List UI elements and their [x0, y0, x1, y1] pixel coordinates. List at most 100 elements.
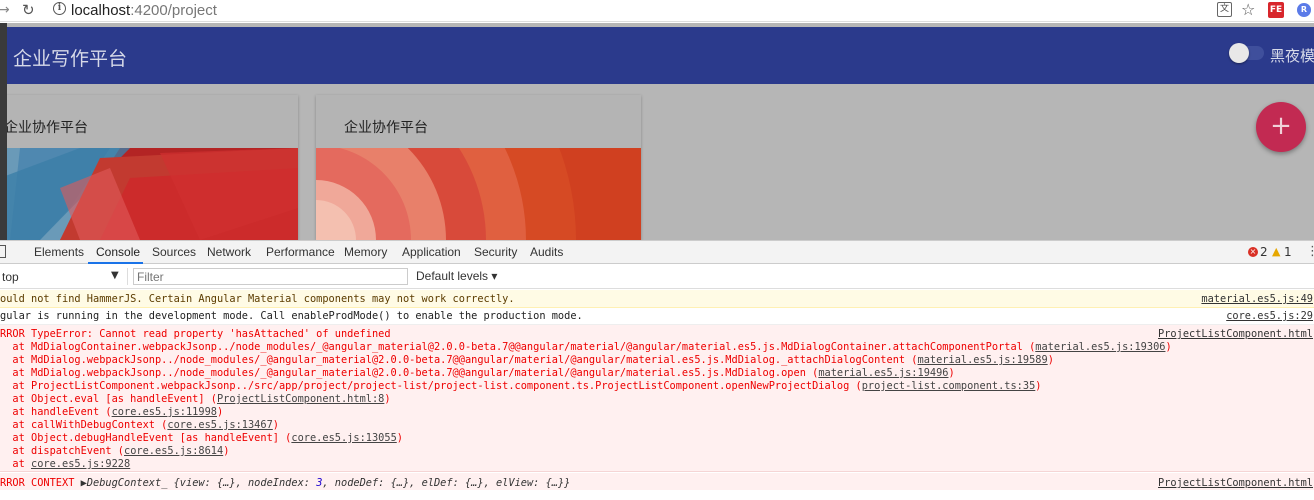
stack-frame-text: at Object.eval [as handleEvent] (: [0, 393, 217, 405]
error-icon[interactable]: ×: [1248, 247, 1258, 257]
warning-source-link[interactable]: material.es5.js:49: [1201, 293, 1313, 305]
stack-frame-link[interactable]: material.es5.js:19306: [1035, 341, 1165, 353]
context-select[interactable]: top: [2, 270, 19, 284]
project-card[interactable]: 企业协作平台: [0, 95, 298, 240]
tab-console[interactable]: Console: [96, 245, 140, 259]
project-card[interactable]: 企业协作平台: [316, 95, 641, 240]
card-image: [316, 148, 641, 240]
console-error-context: RROR CONTEXT ▶DebugContext_ {view: {…}, …: [0, 473, 1314, 490]
card-title: 企业协作平台: [4, 120, 88, 136]
stack-frame: at callWithDebugContext (core.es5.js:134…: [0, 419, 279, 431]
stack-frame: at MdDialog.webpackJsonp../node_modules/…: [0, 367, 955, 379]
debug-context-body-b: , nodeDef: {…}, elDef: {…}, elView: {…}}: [322, 477, 571, 489]
stack-frame-tail: ): [272, 419, 279, 431]
tab-security[interactable]: Security: [474, 245, 517, 259]
debug-context-object[interactable]: DebugContext_ {view: {…}, nodeIndex: 3, …: [87, 477, 571, 489]
stack-frame: at handleEvent (core.es5.js:11998): [0, 406, 223, 418]
reload-icon[interactable]: ↻: [22, 1, 35, 19]
add-project-fab[interactable]: +: [1256, 102, 1306, 152]
app-title: 企业写作平台: [13, 49, 128, 70]
error-source-link[interactable]: ProjectListComponent.html: [1158, 328, 1313, 340]
translate-icon[interactable]: 文: [1217, 2, 1232, 17]
warning-count[interactable]: 1: [1284, 245, 1292, 259]
tab-audits[interactable]: Audits: [530, 245, 563, 259]
error-context-source-link[interactable]: ProjectListComponent.html: [1158, 477, 1313, 489]
stack-frame-link[interactable]: material.es5.js:19589: [918, 354, 1048, 366]
error-header: RROR TypeError: Cannot read property 'ha…: [0, 328, 391, 340]
stack-frame: at MdDialog.webpackJsonp../node_modules/…: [0, 354, 1054, 366]
card-title: 企业协作平台: [344, 120, 428, 136]
stack-frame-link[interactable]: material.es5.js:19496: [818, 367, 948, 379]
log-levels-select[interactable]: Default levels ▾: [416, 269, 497, 283]
context-dropdown-icon[interactable]: ▼: [111, 270, 119, 281]
stack-frame-link[interactable]: core.es5.js:8614: [124, 445, 223, 457]
devtools-tabbar: Elements Console Sources Network Perform…: [0, 240, 1314, 264]
stack-frame-text: at MdDialog.webpackJsonp../node_modules/…: [0, 354, 918, 366]
stack-frame-text: at dispatchEvent (: [0, 445, 124, 457]
extension-r-icon[interactable]: R: [1297, 3, 1311, 17]
stack-frame-tail: ): [396, 432, 403, 444]
console-filter-input[interactable]: [133, 268, 408, 285]
stack-frame: at Object.eval [as handleEvent] (Project…: [0, 393, 390, 405]
stack-frame-link[interactable]: core.es5.js:9228: [31, 458, 130, 470]
url-field[interactable]: localhost:4200/project: [71, 2, 217, 19]
more-menu-icon[interactable]: ⋮: [1306, 244, 1314, 259]
console-filter-bar: top ▼ Default levels ▾: [0, 265, 1314, 289]
tab-application[interactable]: Application: [402, 245, 461, 259]
stack-frame-tail: ): [223, 445, 230, 457]
stack-frame-text: at ProjectListComponent.webpackJsonp../s…: [0, 380, 862, 392]
left-edge-strip: [0, 23, 7, 240]
toggle-knob: [1229, 43, 1249, 63]
active-tab-indicator: [88, 262, 143, 264]
back-arrow-icon[interactable]: →: [0, 2, 10, 18]
stack-frame-text: at MdDialogContainer.webpackJsonp../node…: [0, 341, 1036, 353]
browser-address-bar: → ↻ i localhost:4200/project 文 ☆ FE R: [0, 0, 1314, 22]
stack-frame-tail: ): [216, 406, 224, 418]
debug-context-body-a: {view: {…}, nodeIndex:: [167, 477, 317, 489]
divider: [127, 268, 128, 285]
url-host: localhost: [71, 2, 131, 19]
console-error: RROR TypeError: Cannot read property 'ha…: [0, 325, 1314, 472]
error-count[interactable]: 2: [1260, 245, 1268, 259]
app-toolbar: 企业写作平台 黑夜模式: [0, 27, 1314, 84]
stack-frame-text: at: [0, 458, 31, 470]
tab-memory[interactable]: Memory: [344, 245, 387, 259]
extension-fe-icon[interactable]: FE: [1268, 2, 1284, 18]
stack-frame-link[interactable]: core.es5.js:13055: [291, 432, 396, 444]
bookmark-star-icon[interactable]: ☆: [1241, 0, 1255, 19]
url-path: :4200/project: [130, 2, 217, 19]
stack-frame-text: at handleEvent (: [0, 406, 112, 418]
app-viewport: 企业写作平台 黑夜模式 企业协作平台 企业协作平台: [0, 23, 1314, 240]
stack-frame-link[interactable]: core.es5.js:13467: [167, 419, 272, 431]
stack-frame: at MdDialogContainer.webpackJsonp../node…: [0, 341, 1172, 353]
info-source-link[interactable]: core.es5.js:29: [1226, 310, 1313, 322]
console-warning: ould not find HammerJS. Certain Angular …: [0, 290, 1314, 308]
stack-frame-tail: ): [1047, 354, 1054, 366]
stack-frame-tail: ): [1035, 380, 1042, 392]
tab-elements[interactable]: Elements: [34, 245, 84, 259]
dark-mode-label: 黑夜模式: [1270, 47, 1314, 65]
tab-performance[interactable]: Performance: [266, 245, 335, 259]
stack-frame-link[interactable]: ProjectListComponent.html:8: [217, 393, 384, 405]
info-icon[interactable]: i: [53, 2, 66, 15]
tab-network[interactable]: Network: [207, 245, 251, 259]
stack-frame-link[interactable]: core.es5.js:11998: [112, 406, 217, 418]
stack-frame-tail: ): [948, 367, 955, 379]
card-image: [0, 148, 298, 240]
stack-frame: at Object.debugHandleEvent [as handleEve…: [0, 432, 403, 444]
stack-frame-text: at callWithDebugContext (: [0, 419, 168, 431]
debug-context-name: DebugContext_: [86, 477, 168, 489]
stack-frame: at core.es5.js:9228: [0, 458, 130, 470]
console-output: ould not find HammerJS. Certain Angular …: [0, 290, 1314, 500]
stack-frame: at ProjectListComponent.webpackJsonp../s…: [0, 380, 1042, 392]
tab-sources[interactable]: Sources: [152, 245, 196, 259]
stack-frame-text: at Object.debugHandleEvent [as handleEve…: [0, 432, 292, 444]
warning-icon[interactable]: ▲: [1272, 245, 1280, 258]
error-context-text: RROR CONTEXT ▶DebugContext_ {view: {…}, …: [0, 477, 570, 489]
info-text: gular is running in the development mode…: [0, 310, 583, 322]
console-info: gular is running in the development mode…: [0, 308, 1314, 325]
dark-mode-toggle[interactable]: [1229, 43, 1264, 63]
inspect-icon[interactable]: [0, 245, 6, 258]
stack-frame-tail: ): [1165, 341, 1172, 353]
stack-frame-link[interactable]: project-list.component.ts:35: [862, 380, 1036, 392]
